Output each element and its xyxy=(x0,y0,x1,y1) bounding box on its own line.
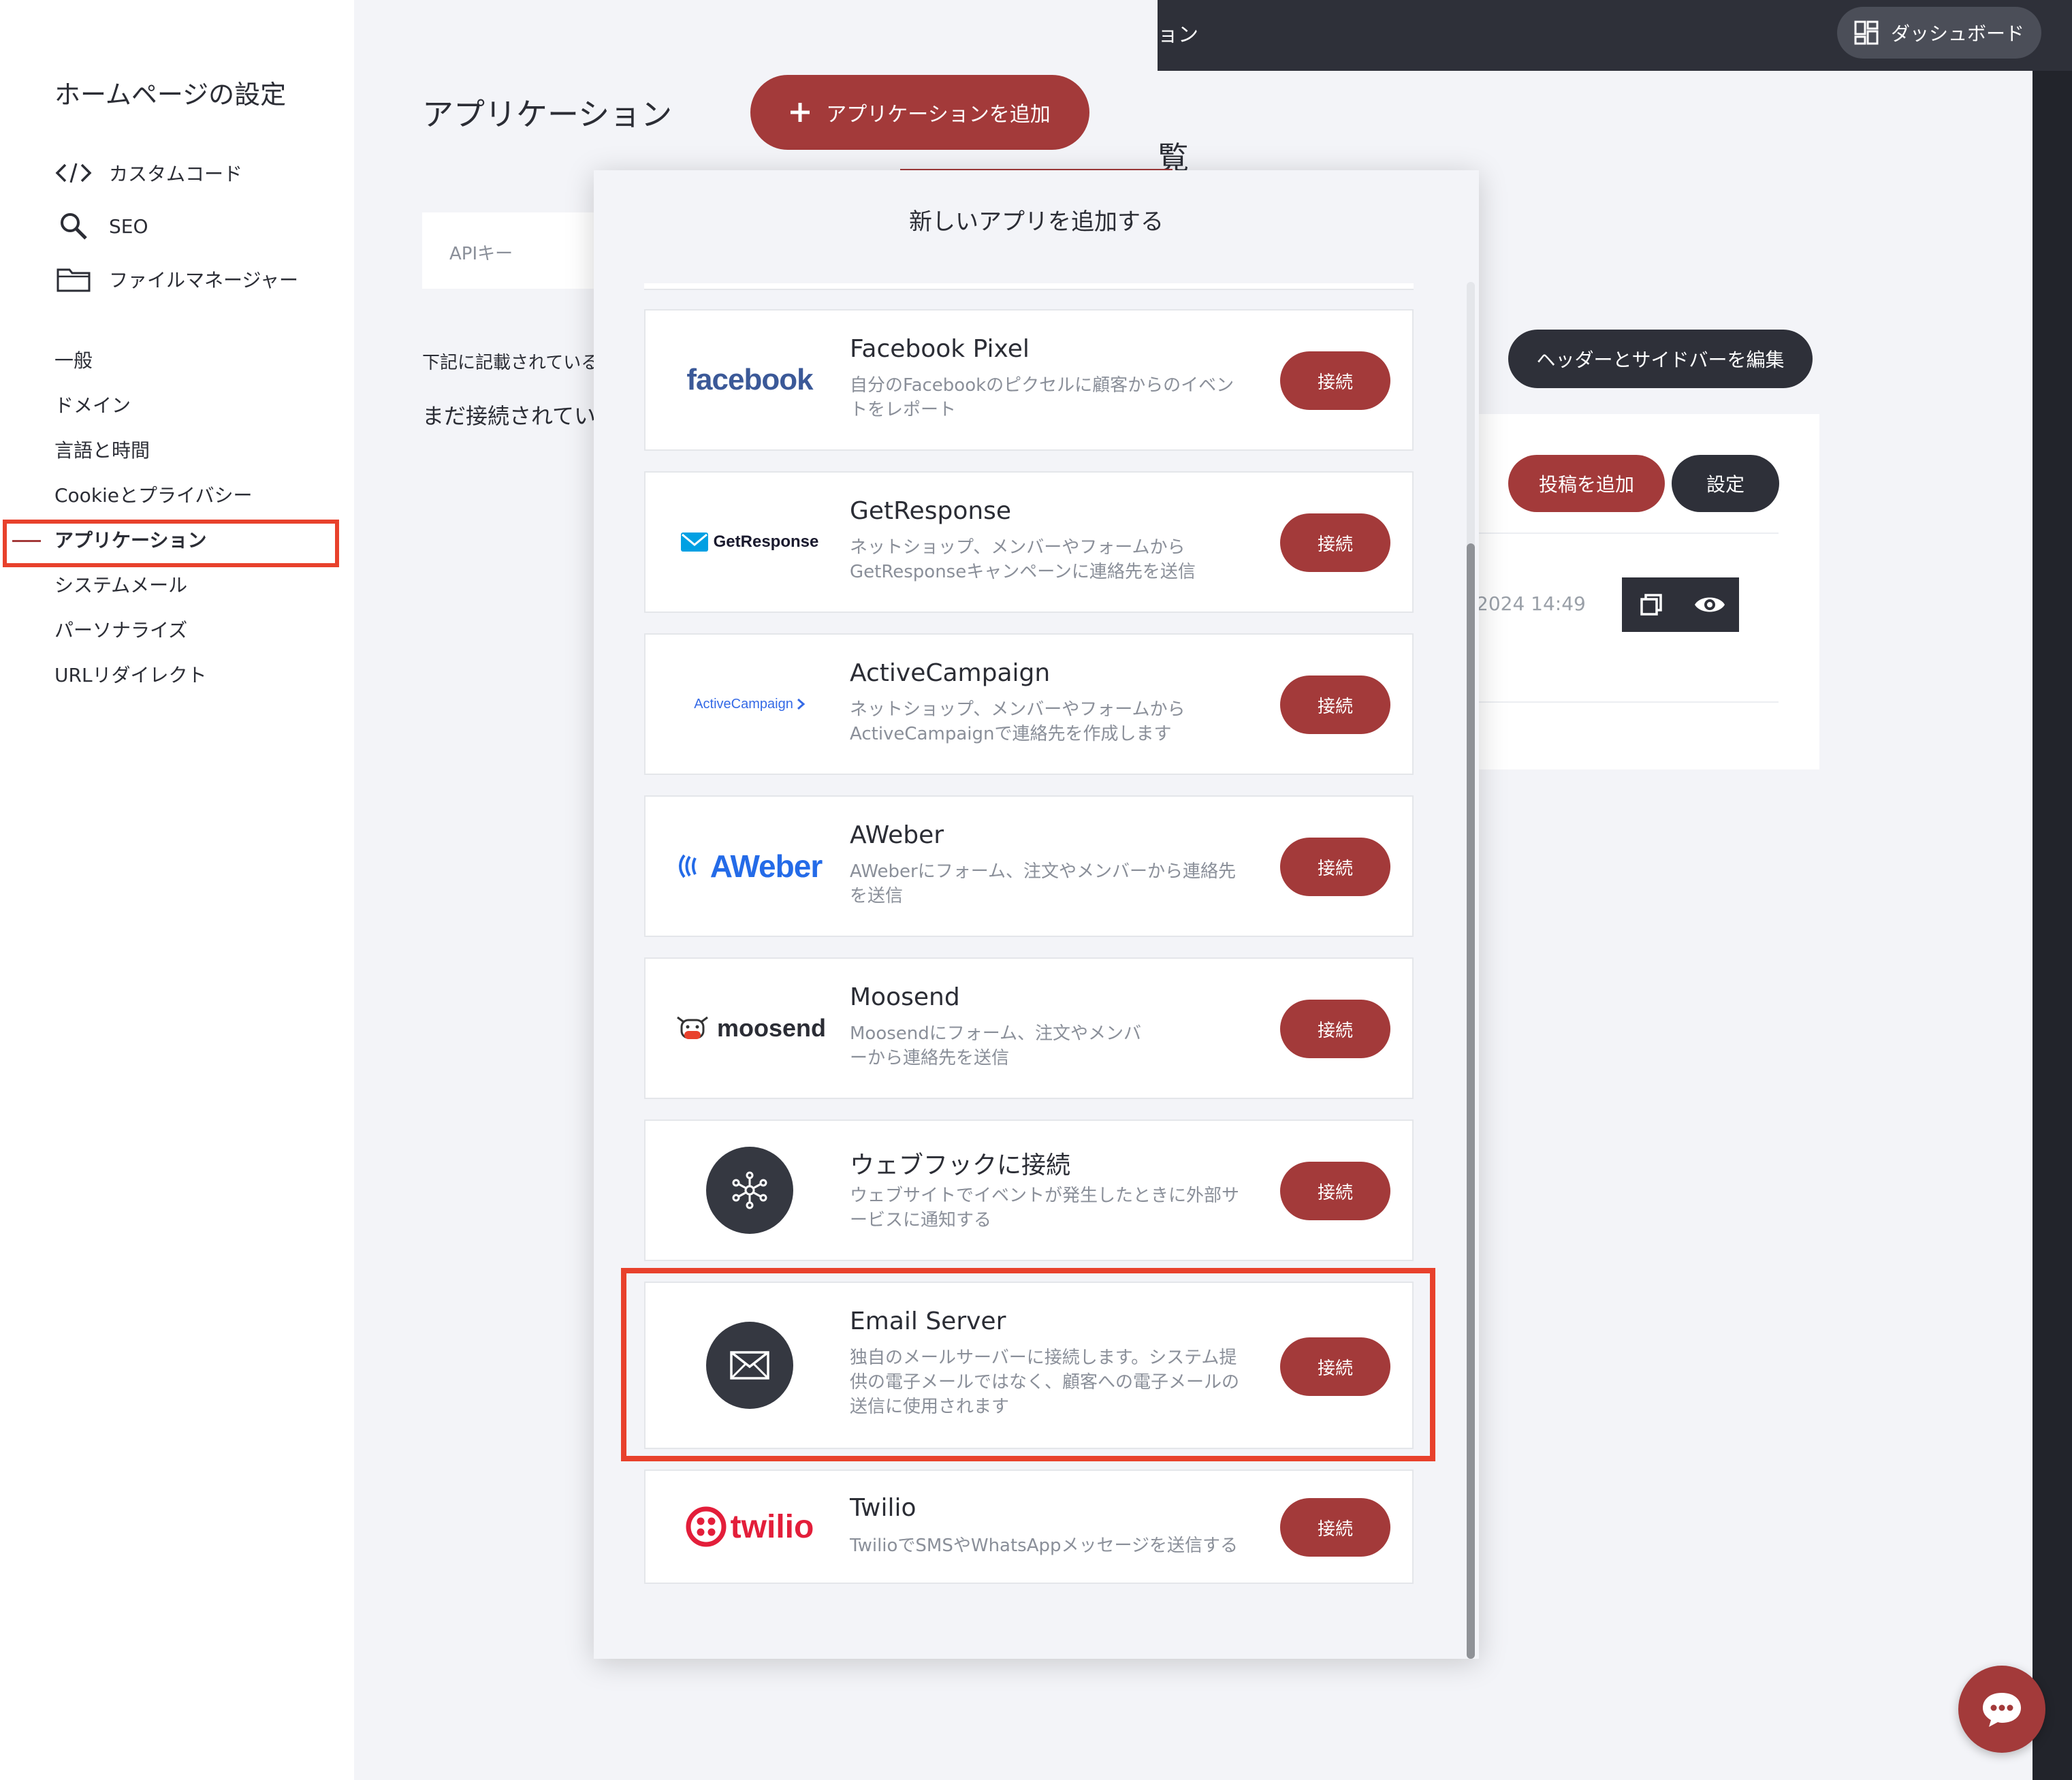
app-description: Moosendにフォーム、注文やメンバーから連絡先を送信 xyxy=(850,1023,1141,1068)
menu-item-url-redirect[interactable]: URLリダイレクト xyxy=(54,661,207,690)
activecampaign-logo: ActiveCampaign xyxy=(671,635,828,774)
page-title: アプリケーション xyxy=(422,96,673,133)
add-application-label: アプリケーションを追加 xyxy=(826,103,1051,127)
dashboard-button-label: ダッシュボード xyxy=(1890,22,2024,45)
app-name: GetResponse xyxy=(850,497,1012,525)
add-application-button[interactable]: アプリケーションを追加 xyxy=(750,75,1089,150)
app-card-activecampaign: ActiveCampaign ActiveCampaign ネットショップ、メン… xyxy=(644,633,1414,775)
menu-item-system-mail[interactable]: システムメール xyxy=(54,571,187,601)
modal-title: 新しいアプリを追加する xyxy=(909,208,1164,236)
app-card-facebook-pixel: facebook Facebook Pixel 自分のFacebookのピクセル… xyxy=(644,309,1414,451)
settings-button[interactable]: 設定 xyxy=(1672,455,1779,512)
app-card-getresponse: GetResponse GetResponse ネットショップ、メンバーやフォー… xyxy=(644,471,1414,613)
facebook-logo: facebook xyxy=(686,363,813,396)
menu-item-language-time[interactable]: 言語と時間 xyxy=(54,436,150,466)
plus-icon xyxy=(791,103,810,122)
dashboard-icon xyxy=(1854,20,1879,45)
code-icon xyxy=(54,154,93,192)
app-card-webhook: ウェブフックに接続 ウェブサイトでイベントが発生したときに外部サービスに通知する… xyxy=(644,1119,1414,1261)
connect-button[interactable]: 接続 xyxy=(1280,351,1390,410)
post-date: 2024 14:49 xyxy=(1476,592,1586,615)
app-name: Moosend xyxy=(850,983,960,1011)
app-card-moosend: moosend Moosend Moosendにフォーム、注文やメンバーから連絡… xyxy=(644,957,1414,1099)
sidebar-item-file-manager[interactable]: ファイルマネージャー xyxy=(54,259,298,300)
chevron-right-icon xyxy=(797,698,806,710)
divider xyxy=(1478,533,1779,534)
app-name: Twilio xyxy=(850,1494,917,1522)
sidebar-item-custom-code[interactable]: カスタムコード xyxy=(54,153,242,193)
menu-item-domain[interactable]: ドメイン xyxy=(54,391,131,421)
menu-item-general[interactable]: 一般 xyxy=(54,346,93,376)
divider xyxy=(1478,701,1779,703)
getresponse-logo: GetResponse xyxy=(671,473,828,611)
top-bar-partial-text: ョン xyxy=(1158,23,1198,47)
app-name: AWeber xyxy=(850,821,944,849)
duplicate-button[interactable] xyxy=(1622,577,1680,632)
sidebar-item-seo[interactable]: SEO xyxy=(54,206,148,247)
connect-button[interactable]: 接続 xyxy=(1280,513,1390,572)
email-server-highlight-box xyxy=(621,1268,1435,1461)
app-card-aweber: AWeber AWeber AWeberにフォーム、注文やメンバーから連絡先を送… xyxy=(644,795,1414,937)
sidebar-item-label: SEO xyxy=(109,214,148,238)
applications-description: 下記に記載されている xyxy=(422,353,599,373)
empty-state-text: まだ接続されてい xyxy=(422,403,596,429)
connect-button[interactable]: 接続 xyxy=(1280,838,1390,896)
connect-button[interactable]: 接続 xyxy=(1280,1498,1390,1557)
cow-icon xyxy=(677,1016,708,1039)
aweber-logo: AWeber xyxy=(671,797,828,936)
right-edge-bar xyxy=(2033,71,2072,1780)
scrollbar-thumb[interactable] xyxy=(1467,543,1475,1659)
app-name: ウェブフックに接続 xyxy=(850,1151,1071,1179)
sidebar-title: ホームページの設定 xyxy=(54,80,287,110)
twilio-mark-icon xyxy=(686,1506,727,1547)
moosend-logo: moosend xyxy=(671,959,828,1098)
connect-button[interactable]: 接続 xyxy=(1280,1162,1390,1220)
webhook-icon xyxy=(706,1147,793,1234)
eye-icon xyxy=(1695,597,1725,612)
app-card-twilio: twilio Twilio TwilioでSMSやWhatsAppメッセージを送… xyxy=(644,1469,1414,1584)
applications-highlight-box xyxy=(3,520,339,567)
preview-button[interactable] xyxy=(1680,577,1739,632)
app-name: ActiveCampaign xyxy=(850,659,1051,687)
chat-button[interactable] xyxy=(1958,1666,2045,1753)
app-description: AWeberにフォーム、注文やメンバーから連絡先を送信 xyxy=(850,861,1236,906)
twilio-logo: twilio xyxy=(671,1471,828,1583)
app-description: ウェブサイトでイベントが発生したときに外部サービスに通知する xyxy=(850,1186,1240,1230)
duplicate-icon xyxy=(1640,594,1662,616)
folder-icon xyxy=(54,260,93,298)
envelope-icon xyxy=(680,533,708,552)
sidebar-item-label: カスタムコード xyxy=(109,163,243,185)
menu-item-personalize[interactable]: パーソナライズ xyxy=(54,616,187,646)
list-top-edge xyxy=(644,283,1414,290)
webhook-logo xyxy=(671,1121,828,1260)
aweber-wave-icon xyxy=(678,854,697,878)
app-name: Facebook Pixel xyxy=(850,335,1030,363)
chat-icon xyxy=(1983,1693,2021,1727)
app-description: ネットショップ、メンバーやフォームからActiveCampaignで連絡先を作成… xyxy=(850,699,1185,744)
app-description: 自分のFacebookのピクセルに顧客からのイベントをレポート xyxy=(850,375,1234,420)
add-post-button[interactable]: 投稿を追加 xyxy=(1508,455,1665,512)
menu-item-cookie-privacy[interactable]: Cookieとプライバシー xyxy=(54,481,252,511)
connect-button[interactable]: 接続 xyxy=(1280,676,1390,734)
dashboard-button[interactable]: ダッシュボード xyxy=(1837,7,2041,59)
app-description: TwilioでSMSやWhatsAppメッセージを送信する xyxy=(850,1536,1238,1556)
connect-button[interactable]: 接続 xyxy=(1280,1000,1390,1058)
search-icon xyxy=(54,207,93,245)
sidebar-item-label: ファイルマネージャー xyxy=(109,269,299,291)
edit-header-sidebar-button[interactable]: ヘッダーとサイドバーを編集 xyxy=(1508,330,1813,388)
app-description: ネットショップ、メンバーやフォームからGetResponseキャンペーンに連絡先… xyxy=(850,537,1196,582)
api-key-label: APIキー xyxy=(449,244,513,264)
